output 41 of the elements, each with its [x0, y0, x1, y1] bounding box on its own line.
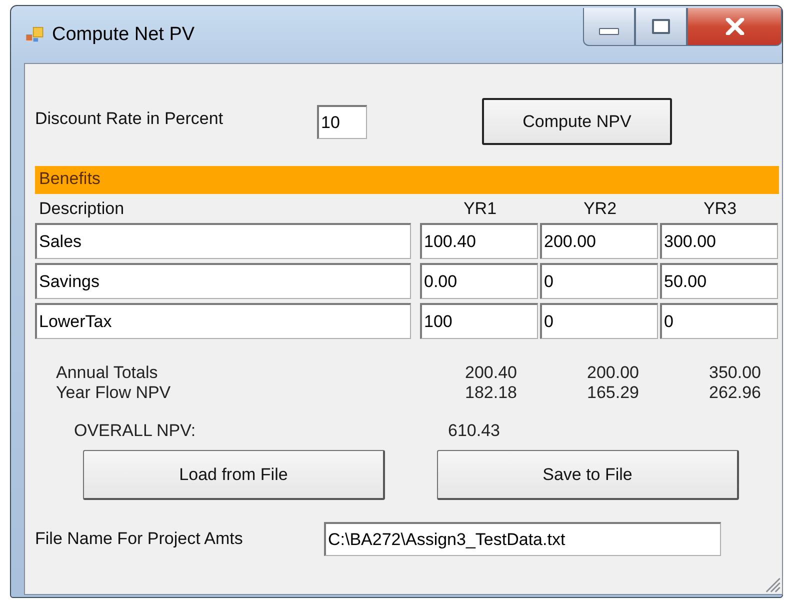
annual-total-value: 350.00: [708, 363, 761, 383]
minimize-button[interactable]: [583, 8, 635, 46]
description-field[interactable]: Savings: [35, 263, 411, 299]
close-icon: [724, 18, 744, 35]
app-icon: [25, 25, 44, 44]
load-from-file-button[interactable]: Load from File: [83, 450, 385, 500]
amount-field[interactable]: 50.00: [660, 263, 778, 299]
description-field[interactable]: Sales: [35, 223, 411, 259]
column-header: Description: [38, 198, 126, 218]
save-to-file-button[interactable]: Save to File: [437, 450, 739, 500]
discount-rate-label: Discount Rate in Percent: [35, 109, 224, 129]
annual-total-label: Annual Totals: [55, 363, 159, 383]
close-button[interactable]: [687, 8, 782, 46]
amount-field[interactable]: 300.00: [660, 223, 778, 259]
maximize-button[interactable]: [635, 8, 687, 46]
resize-grip-icon[interactable]: [763, 575, 781, 593]
amount-field[interactable]: 0.00: [420, 263, 538, 299]
column-header: YR2: [582, 198, 618, 218]
file-name-field[interactable]: C:\BA272\Assign3_TestData.txt: [324, 522, 721, 556]
compute-npv-button[interactable]: Compute NPV: [482, 98, 672, 145]
overall-npv-value: 610.43: [448, 421, 500, 441]
benefits-header: Benefits: [35, 166, 779, 194]
column-header: YR3: [702, 198, 738, 218]
amount-field[interactable]: 0: [540, 263, 658, 299]
year-flow-npv-value: 165.29: [586, 383, 639, 403]
annual-total-value: 200.40: [464, 363, 517, 383]
amount-field[interactable]: 100: [420, 303, 538, 339]
discount-rate-field[interactable]: 10: [317, 105, 367, 139]
description-field[interactable]: LowerTax: [35, 303, 411, 339]
year-flow-npv-value: 182.18: [464, 383, 517, 403]
window-title: Compute Net PV: [52, 24, 195, 46]
file-name-label: File Name For Project Amts: [35, 529, 244, 549]
year-flow-npv-value: 262.96: [708, 383, 761, 403]
column-header: YR1: [462, 198, 498, 218]
amount-field[interactable]: 0: [540, 303, 658, 339]
annual-total-value: 200.00: [586, 363, 639, 383]
amount-field[interactable]: 100.40: [420, 223, 538, 259]
overall-npv-label: OVERALL NPV:: [73, 421, 197, 441]
amount-field[interactable]: 0: [660, 303, 778, 339]
amount-field[interactable]: 200.00: [540, 223, 658, 259]
year-flow-npv-label: Year Flow NPV: [55, 383, 172, 403]
